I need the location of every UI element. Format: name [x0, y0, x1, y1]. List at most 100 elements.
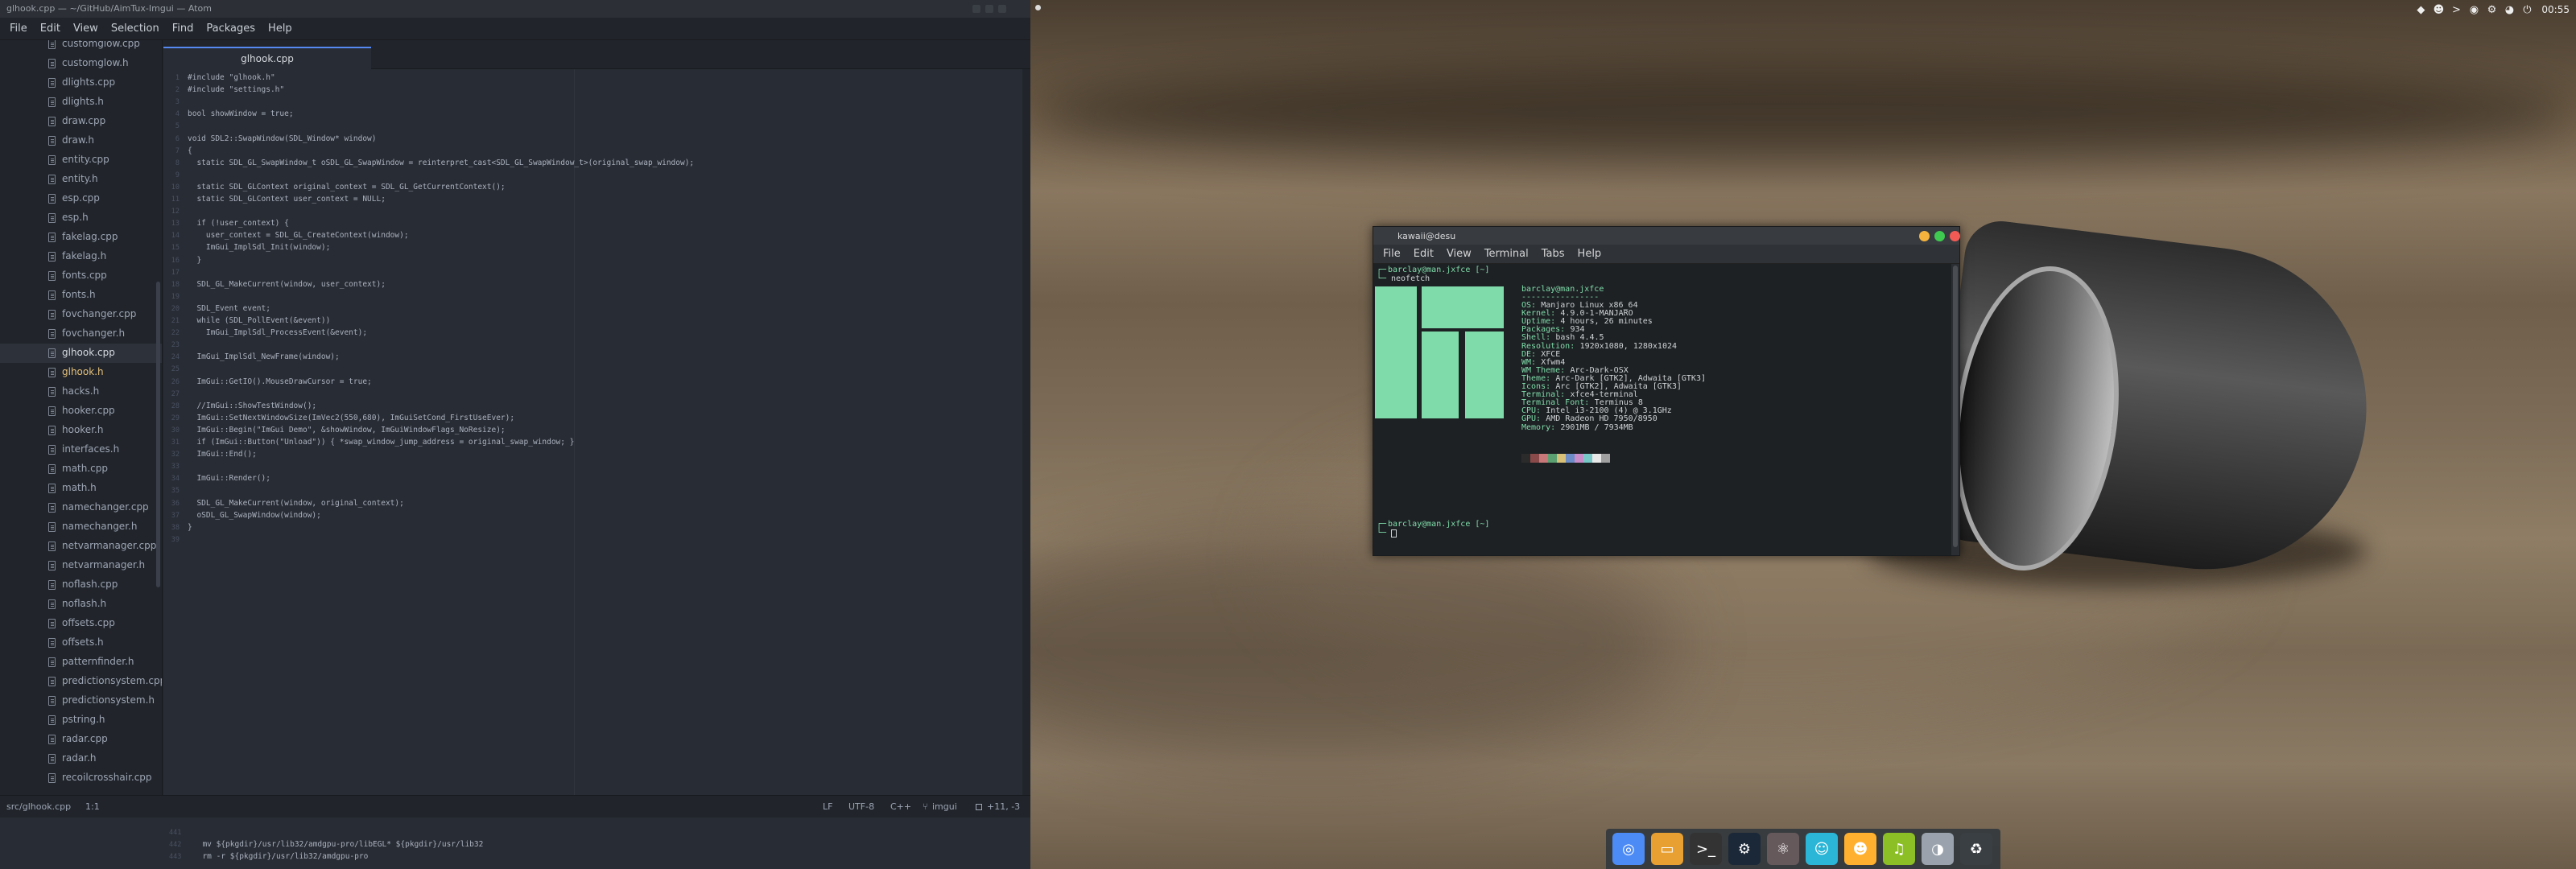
- menu-view[interactable]: View: [67, 23, 105, 35]
- tree-item[interactable]: math.cpp: [0, 459, 162, 479]
- tree-item[interactable]: fonts.cpp: [0, 266, 162, 286]
- discord-app-icon[interactable]: ☻: [1844, 833, 1876, 865]
- tree-item[interactable]: fovchanger.h: [0, 324, 162, 344]
- tree-item[interactable]: offsets.cpp: [0, 614, 162, 633]
- tree-item[interactable]: radar.h: [0, 749, 162, 768]
- tree-item[interactable]: glhook.cpp: [0, 344, 162, 363]
- tree-item[interactable]: entity.h: [0, 170, 162, 189]
- tree-item[interactable]: esp.cpp: [0, 189, 162, 208]
- status-cursor-position[interactable]: 1:1: [85, 801, 100, 812]
- tree-item[interactable]: netvarmanager.cpp: [0, 537, 162, 556]
- power-icon[interactable]: ⏻: [2520, 3, 2533, 16]
- code-editor[interactable]: 1 2 3 4 5 6 7 8 9 10 11 12 13 14 15 16 17 18 19 20 21 22 23 24 2…: [163, 69, 1030, 795]
- tree-item[interactable]: fakelag.h: [0, 247, 162, 266]
- spotify-app-icon[interactable]: ♫: [1883, 833, 1915, 865]
- file-icon: [48, 426, 56, 435]
- code-scrollbar[interactable]: [1022, 69, 1030, 795]
- line-number: 30: [171, 426, 180, 434]
- minimize-button[interactable]: [972, 5, 980, 13]
- tree-item[interactable]: dlights.cpp: [0, 73, 162, 93]
- terminal-menu-tabs[interactable]: Tabs: [1535, 248, 1571, 260]
- discord-icon[interactable]: ☻: [2432, 3, 2445, 16]
- store-app-icon[interactable]: ☺: [1806, 833, 1838, 865]
- terminal-menu-file[interactable]: File: [1377, 248, 1407, 260]
- close-button[interactable]: [998, 5, 1006, 13]
- terminal-output[interactable]: ┌─ barclay@man.jxfce [~] └─ neofetch bar…: [1373, 264, 1951, 555]
- menu-find[interactable]: Find: [166, 23, 200, 35]
- tree-item[interactable]: offsets.h: [0, 633, 162, 653]
- tree-item[interactable]: fonts.h: [0, 286, 162, 305]
- terminal-icon[interactable]: >: [2450, 3, 2462, 16]
- tree-item[interactable]: predictionsystem.cpp: [0, 672, 162, 691]
- file-icon: [48, 117, 56, 126]
- tree-item[interactable]: recoilcrosshair.cpp: [0, 768, 162, 788]
- secondary-editor-pane[interactable]: 441 442 mv ${pkgdir}/usr/lib32/amdgpu-pr…: [0, 818, 1030, 869]
- atom-app-icon[interactable]: ⚛: [1767, 833, 1799, 865]
- status-grammar[interactable]: C++: [890, 801, 911, 812]
- status-file-path[interactable]: src/glhook.cpp: [6, 801, 71, 812]
- tree-item[interactable]: glhook.h: [0, 363, 162, 382]
- tree-item[interactable]: hooker.h: [0, 421, 162, 440]
- tree-item[interactable]: draw.h: [0, 131, 162, 150]
- status-git-branch[interactable]: imgui: [932, 801, 957, 812]
- chromium-app-icon[interactable]: ◎: [1612, 833, 1645, 865]
- tree-item[interactable]: draw.cpp: [0, 112, 162, 131]
- file-icon: [48, 638, 56, 648]
- steam-app-icon[interactable]: ⚙: [1728, 833, 1761, 865]
- tree-item[interactable]: esp.h: [0, 208, 162, 228]
- tree-item[interactable]: namechanger.cpp: [0, 498, 162, 517]
- terminal-menu-view[interactable]: View: [1440, 248, 1478, 260]
- steam-icon[interactable]: ◉: [2467, 3, 2480, 16]
- terminal-menu-terminal[interactable]: Terminal: [1478, 248, 1535, 260]
- tree-item[interactable]: fovchanger.cpp: [0, 305, 162, 324]
- status-encoding[interactable]: UTF-8: [848, 801, 874, 812]
- tree-item[interactable]: hooker.cpp: [0, 402, 162, 421]
- minimize-button[interactable]: [1919, 231, 1930, 241]
- close-button[interactable]: [1950, 231, 1960, 241]
- settings-icon[interactable]: ⚙: [2485, 3, 2498, 16]
- workspace-indicator[interactable]: [1035, 5, 1041, 10]
- tree-item[interactable]: noflash.cpp: [0, 575, 162, 595]
- trash-app-icon[interactable]: ♻: [1960, 833, 1992, 865]
- terminal-menu-help[interactable]: Help: [1571, 248, 1608, 260]
- code-line: ImGui::Render();: [188, 474, 270, 484]
- dropbox-icon[interactable]: ◆: [2414, 3, 2427, 16]
- terminal-title-bar[interactable]: kawaii@desu: [1373, 227, 1960, 245]
- tree-item[interactable]: dlights.h: [0, 93, 162, 112]
- prompt-corner: ┌─: [1377, 520, 1387, 529]
- files-app-icon[interactable]: ▭: [1651, 833, 1683, 865]
- tree-item[interactable]: customglow.h: [0, 54, 162, 73]
- terminal-scrollbar[interactable]: [1953, 266, 1958, 547]
- menu-file[interactable]: File: [3, 23, 34, 35]
- maximize-button[interactable]: [1934, 231, 1945, 241]
- menu-packages[interactable]: Packages: [200, 23, 262, 35]
- tree-item[interactable]: pstring.h: [0, 710, 162, 730]
- tree-item[interactable]: math.h: [0, 479, 162, 498]
- menu-help[interactable]: Help: [262, 23, 299, 35]
- tree-item[interactable]: hacks.h: [0, 382, 162, 402]
- tab-glhook-cpp[interactable]: glhook.cpp: [163, 47, 371, 69]
- tree-item[interactable]: entity.cpp: [0, 150, 162, 170]
- tree-item[interactable]: predictionsystem.h: [0, 691, 162, 710]
- menu-selection[interactable]: Selection: [105, 23, 166, 35]
- terminal-menu-edit[interactable]: Edit: [1407, 248, 1440, 260]
- status-line-ending[interactable]: LF: [823, 801, 832, 812]
- tree-item[interactable]: radar.cpp: [0, 730, 162, 749]
- tree-scrollbar[interactable]: [156, 282, 160, 587]
- clock[interactable]: 00:55: [2541, 4, 2570, 15]
- steam-tray-icon[interactable]: ◕: [2503, 3, 2516, 16]
- tree-item[interactable]: fakelag.cpp: [0, 228, 162, 247]
- tree-item[interactable]: namechanger.h: [0, 517, 162, 537]
- status-git-diff[interactable]: +11, -3: [987, 801, 1020, 812]
- steam2-app-icon[interactable]: ◑: [1922, 833, 1954, 865]
- maximize-button[interactable]: [985, 5, 993, 13]
- tree-item[interactable]: customgiow.cpp: [0, 40, 162, 54]
- tree-item[interactable]: noflash.h: [0, 595, 162, 614]
- terminal-app-icon[interactable]: >_: [1690, 833, 1722, 865]
- tree-item[interactable]: netvarmanager.h: [0, 556, 162, 575]
- tree-item[interactable]: interfaces.h: [0, 440, 162, 459]
- tree-item[interactable]: patternfinder.h: [0, 653, 162, 672]
- terminal-window[interactable]: kawaii@desu File Edit View Terminal Tabs…: [1373, 226, 1960, 556]
- menu-edit[interactable]: Edit: [34, 23, 67, 35]
- tree-item-label: glhook.h: [62, 366, 104, 377]
